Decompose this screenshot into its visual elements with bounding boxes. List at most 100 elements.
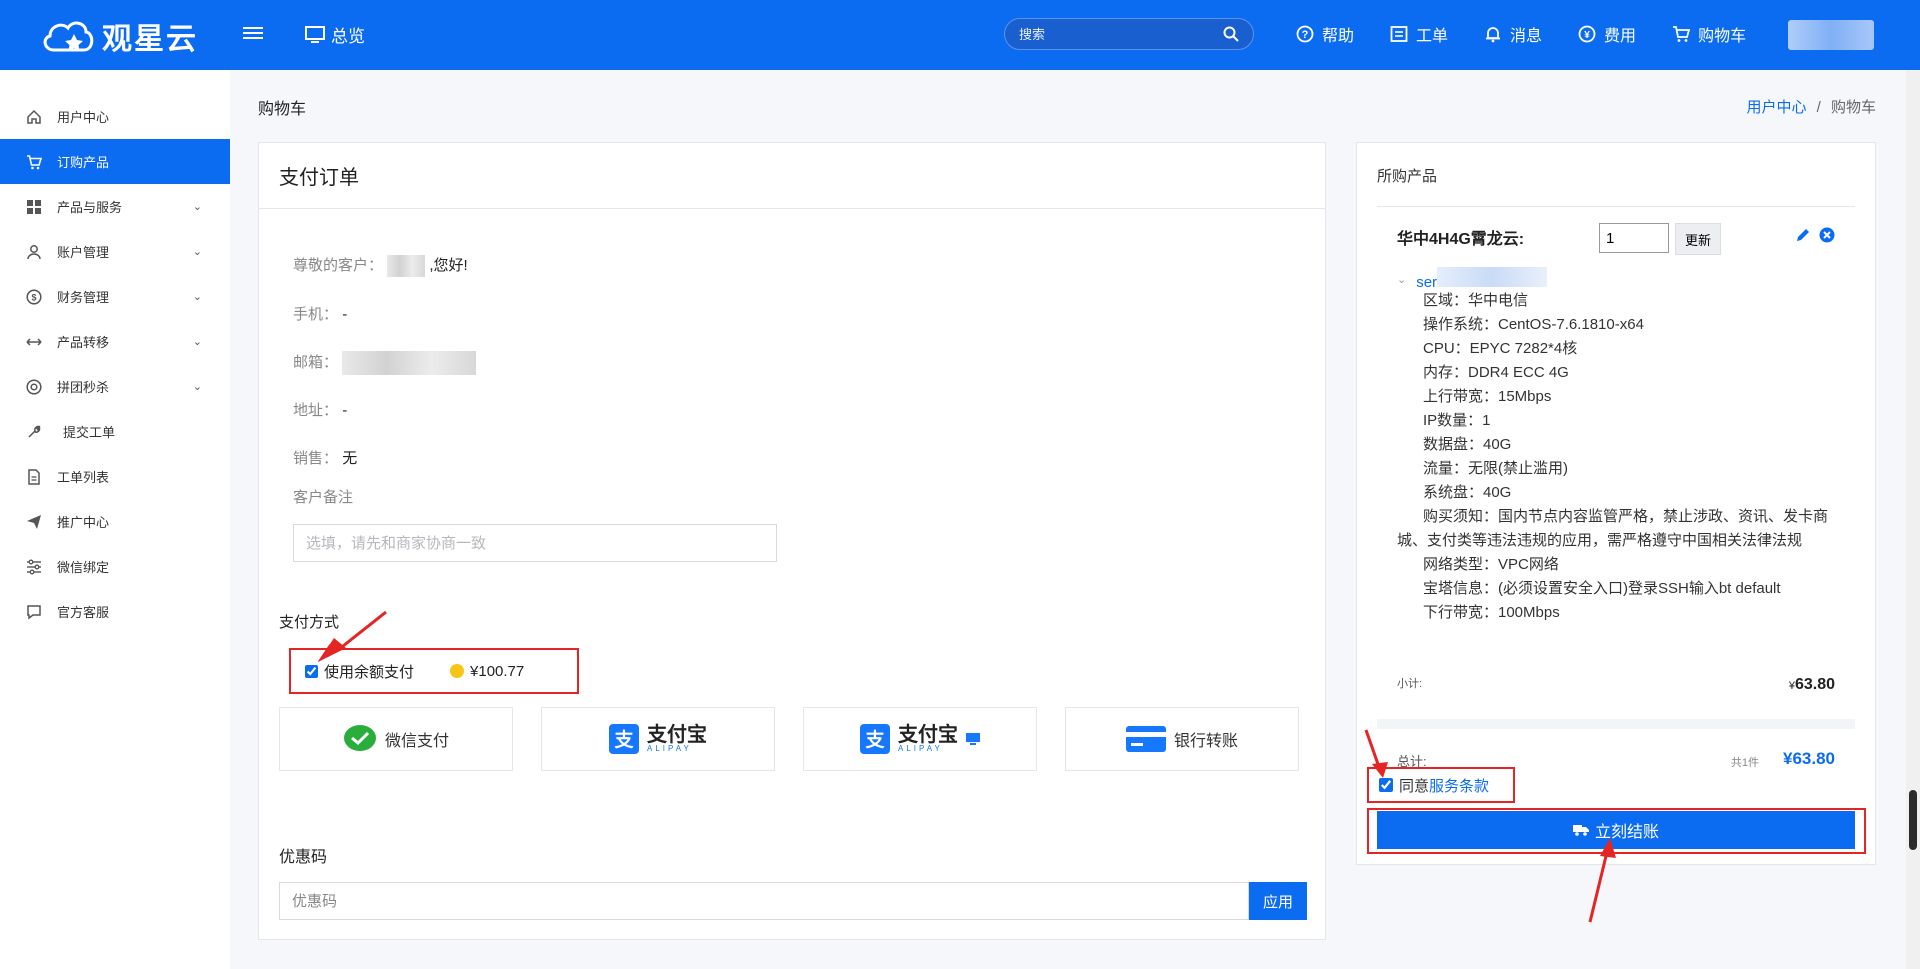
sidebar-item-submit-ticket[interactable]: 提交工单 <box>0 409 230 454</box>
wrench-icon <box>25 423 43 441</box>
logo[interactable]: 观星云 <box>40 14 198 58</box>
breadcrumb-separator: / <box>1816 99 1821 116</box>
sales-value: 无 <box>342 450 358 467</box>
chat-icon <box>25 603 43 621</box>
nav-messages[interactable]: 消息 <box>1484 22 1542 46</box>
monitor-icon <box>966 733 980 745</box>
quantity-input[interactable] <box>1599 223 1669 253</box>
sidebar-item-label: 账户管理 <box>57 245 110 260</box>
alipay-qr-option[interactable]: 支 支付宝 ALIPAY <box>803 707 1037 771</box>
sliders-icon <box>25 558 43 576</box>
search-icon[interactable] <box>1223 26 1239 42</box>
nav-help[interactable]: ? 帮助 <box>1296 22 1354 46</box>
top-bar: 观星云 总览 ? 帮助 工单 消息 ¥ 费用 购物车 <box>0 0 1920 70</box>
top-nav: ? 帮助 工单 消息 ¥ 费用 购物车 <box>1296 22 1746 46</box>
email-redacted <box>342 351 477 376</box>
scrollbar[interactable] <box>1906 70 1920 969</box>
cart-title: 所购产品 <box>1377 168 1438 185</box>
email-label: 邮箱： <box>293 354 339 371</box>
nav-cart[interactable]: 购物车 <box>1672 22 1746 46</box>
alipay-qr-sublabel: ALIPAY <box>898 744 943 753</box>
cart-summary-card: 所购产品 华中4H4G霄龙云: 更新 ⌄ ser 区域：华中电信 操作系统：Ce… <box>1356 142 1876 865</box>
spec-item: 区域：华中电信 <box>1423 292 1529 309</box>
server-row[interactable]: ⌄ ser <box>1397 267 1548 291</box>
total-count: 共1件 <box>1730 757 1759 769</box>
spec-list: 区域：华中电信 操作系统：CentOS-7.6.1810-x64 CPU：EPY… <box>1397 289 1847 625</box>
sidebar-item-order-products[interactable]: 订购产品 <box>0 139 230 184</box>
svg-text:支: 支 <box>613 729 634 751</box>
balance-payment-option[interactable]: 使用余额支付 ¥100.77 <box>289 648 579 694</box>
spec-item: 数据盘：40G <box>1423 436 1512 453</box>
camera-icon <box>25 378 43 396</box>
search-input[interactable] <box>1019 26 1223 42</box>
sidebar-item-label: 提交工单 <box>63 425 116 440</box>
user-avatar[interactable] <box>1788 20 1874 50</box>
wechat-pay-option[interactable]: 微信支付 <box>279 707 513 771</box>
truck-icon <box>1572 825 1589 836</box>
sidebar-item-label: 用户中心 <box>57 110 110 125</box>
scrollbar-thumb[interactable] <box>1909 790 1917 850</box>
coupon-input[interactable] <box>279 882 1249 920</box>
sidebar-item-finance[interactable]: $ 财务管理 ⌄ <box>0 274 230 319</box>
sidebar-item-account[interactable]: 账户管理 ⌄ <box>0 229 230 274</box>
svg-text:¥: ¥ <box>1584 30 1590 41</box>
coupon-label: 优惠码 <box>279 849 328 866</box>
terms-prefix: 同意 <box>1399 777 1430 795</box>
chevron-down-icon: ⌄ <box>192 381 202 393</box>
spec-item: IP数量：1 <box>1423 412 1491 429</box>
sidebar-item-user-center[interactable]: 用户中心 <box>0 94 230 139</box>
balance-checkbox[interactable] <box>305 664 318 678</box>
sidebar-item-wechat-bind[interactable]: 微信绑定 <box>0 544 230 589</box>
home-icon <box>25 108 43 126</box>
divider <box>1377 206 1855 207</box>
spec-item: 内存：DDR4 ECC 4G <box>1423 364 1569 381</box>
alipay-option[interactable]: 支 支付宝 ALIPAY <box>541 707 775 771</box>
address-label: 地址： <box>293 402 339 419</box>
terms-checkbox[interactable] <box>1379 778 1393 792</box>
terms-agreement: 同意 服务条款 <box>1367 767 1515 803</box>
spec-item: 系统盘：40G <box>1423 484 1512 501</box>
document-icon <box>25 468 43 486</box>
coupon-apply-button[interactable]: 应用 <box>1249 882 1307 920</box>
menu-toggle-icon[interactable] <box>243 24 263 44</box>
alipay-label: 支付宝 <box>647 724 707 746</box>
monitor-icon <box>305 25 325 43</box>
user-icon <box>25 243 43 261</box>
remove-icon[interactable] <box>1819 227 1835 243</box>
wechat-pay-icon <box>343 725 376 751</box>
update-button[interactable]: 更新 <box>1675 223 1721 255</box>
sidebar-item-label: 订购产品 <box>57 155 110 170</box>
spec-item: 操作系统：CentOS-7.6.1810-x64 <box>1423 316 1644 333</box>
sidebar-item-products-services[interactable]: 产品与服务 ⌄ <box>0 184 230 229</box>
sidebar-item-ticket-list[interactable]: 工单列表 <box>0 454 230 499</box>
sales-row: 销售： 无 <box>293 447 357 468</box>
wechat-pay-label: 微信支付 <box>384 733 449 750</box>
edit-icon[interactable] <box>1795 227 1811 243</box>
email-row: 邮箱： <box>293 351 477 376</box>
nav-fees[interactable]: ¥ 费用 <box>1578 22 1636 46</box>
remark-input[interactable] <box>293 524 777 562</box>
sidebar-item-group-flash[interactable]: 拼团秒杀 ⌄ <box>0 364 230 409</box>
divider-band <box>1377 719 1855 729</box>
sidebar-item-label: 产品与服务 <box>57 200 123 215</box>
sidebar-item-support[interactable]: 官方客服 <box>0 589 230 634</box>
bank-transfer-option[interactable]: 银行转账 <box>1065 707 1299 771</box>
sidebar-item-label: 推广中心 <box>57 515 110 530</box>
breadcrumb-parent[interactable]: 用户中心 <box>1746 99 1806 116</box>
sidebar-item-product-transfer[interactable]: 产品转移 ⌄ <box>0 319 230 364</box>
overview-link[interactable]: 总览 <box>305 22 365 47</box>
subtotal-value: ¥63.80 <box>1789 676 1835 694</box>
terms-link[interactable]: 服务条款 <box>1429 775 1489 796</box>
search-box[interactable] <box>1004 18 1254 50</box>
nav-ticket[interactable]: 工单 <box>1390 22 1448 46</box>
sidebar-item-promotion[interactable]: 推广中心 <box>0 499 230 544</box>
checkout-button[interactable]: 立刻结账 <box>1377 811 1855 849</box>
breadcrumb-current: 购物车 <box>1830 99 1876 116</box>
nav-fees-label: 费用 <box>1604 28 1637 45</box>
payment-order-card: 支付订单 尊敬的客户： ,您好! 手机： - 邮箱： 地址： - 销售： 无 客… <box>258 142 1326 940</box>
greeting-row: 尊敬的客户： ,您好! <box>293 254 468 278</box>
help-icon: ? <box>1296 25 1314 43</box>
phone-value: - <box>342 306 348 323</box>
server-name: ser <box>1416 267 1548 291</box>
subtotal-amount: 63.80 <box>1794 676 1835 693</box>
